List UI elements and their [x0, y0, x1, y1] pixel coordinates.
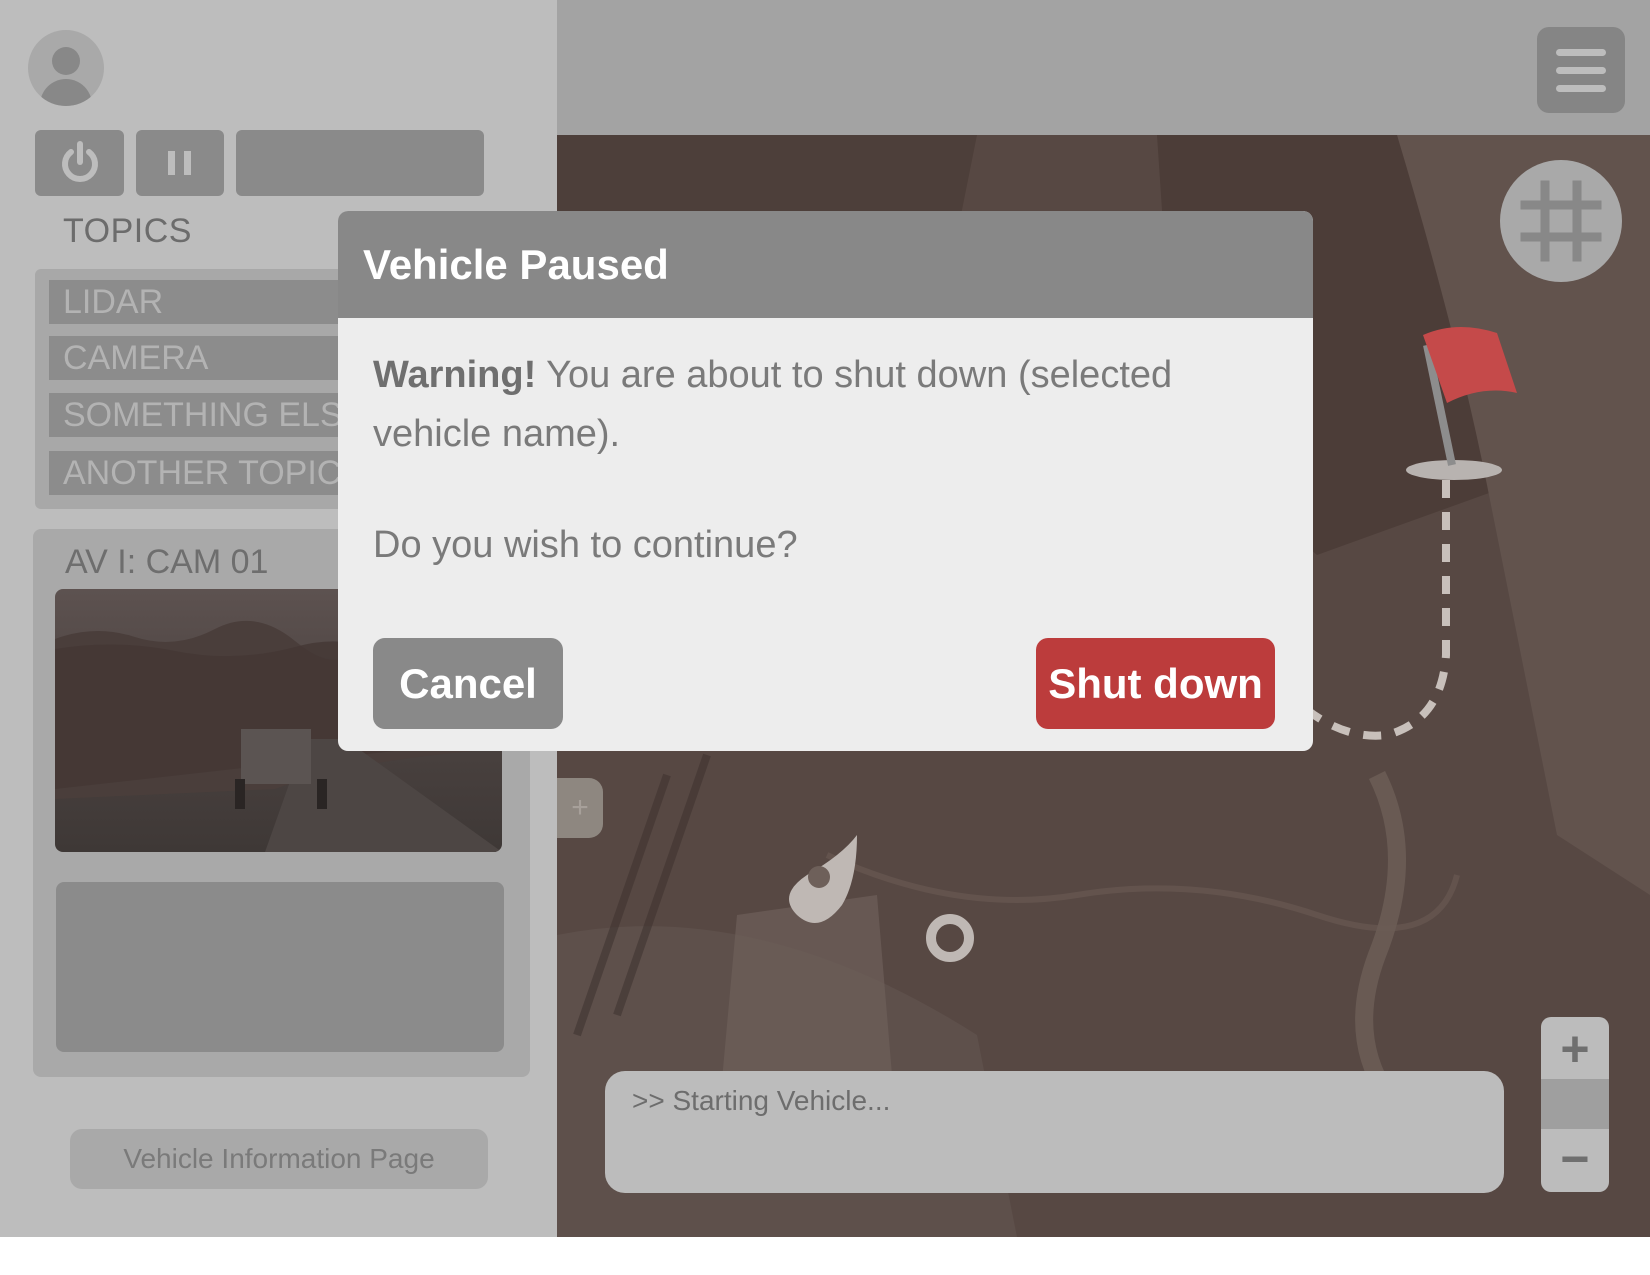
menu-button[interactable]	[1537, 27, 1625, 113]
power-button[interactable]	[35, 130, 124, 196]
pause-icon	[168, 151, 191, 175]
dialog-question: Do you wish to continue?	[373, 524, 798, 566]
camera-feed-title: AV I: CAM 01	[65, 543, 269, 581]
pause-button[interactable]	[136, 130, 224, 196]
topics-heading: TOPICS	[63, 212, 192, 250]
vehicle-select-button[interactable]	[236, 130, 484, 196]
dialog-header: Vehicle Paused	[338, 211, 1313, 318]
console-log: >> Starting Vehicle...	[605, 1071, 1504, 1193]
zoom-in-button[interactable]: +	[1541, 1019, 1609, 1079]
warning-label: Warning!	[373, 354, 537, 396]
cancel-button[interactable]: Cancel	[373, 638, 563, 729]
user-avatar-icon[interactable]	[28, 30, 104, 106]
zoom-out-button[interactable]: −	[1541, 1129, 1609, 1189]
dialog-title: Vehicle Paused	[363, 241, 669, 288]
console-text: >> Starting Vehicle...	[632, 1085, 891, 1116]
power-icon	[61, 141, 98, 182]
menu-icon	[1556, 49, 1606, 56]
map-side-tab[interactable]: +	[557, 778, 603, 838]
top-bar	[557, 0, 1650, 135]
vehicle-information-button[interactable]: Vehicle Information Page	[70, 1129, 488, 1189]
grid-icon	[1520, 180, 1602, 262]
vehicle-paused-dialog: Vehicle Paused Warning! You are about to…	[338, 211, 1313, 751]
zoom-control: + −	[1541, 1017, 1609, 1192]
grid-toggle-button[interactable]	[1500, 160, 1622, 282]
zoom-level-indicator[interactable]	[1541, 1079, 1609, 1129]
secondary-feed-panel	[56, 882, 504, 1052]
shut-down-button[interactable]: Shut down	[1036, 638, 1275, 729]
dialog-message: Warning! You are about to shut down (sel…	[373, 346, 1273, 464]
